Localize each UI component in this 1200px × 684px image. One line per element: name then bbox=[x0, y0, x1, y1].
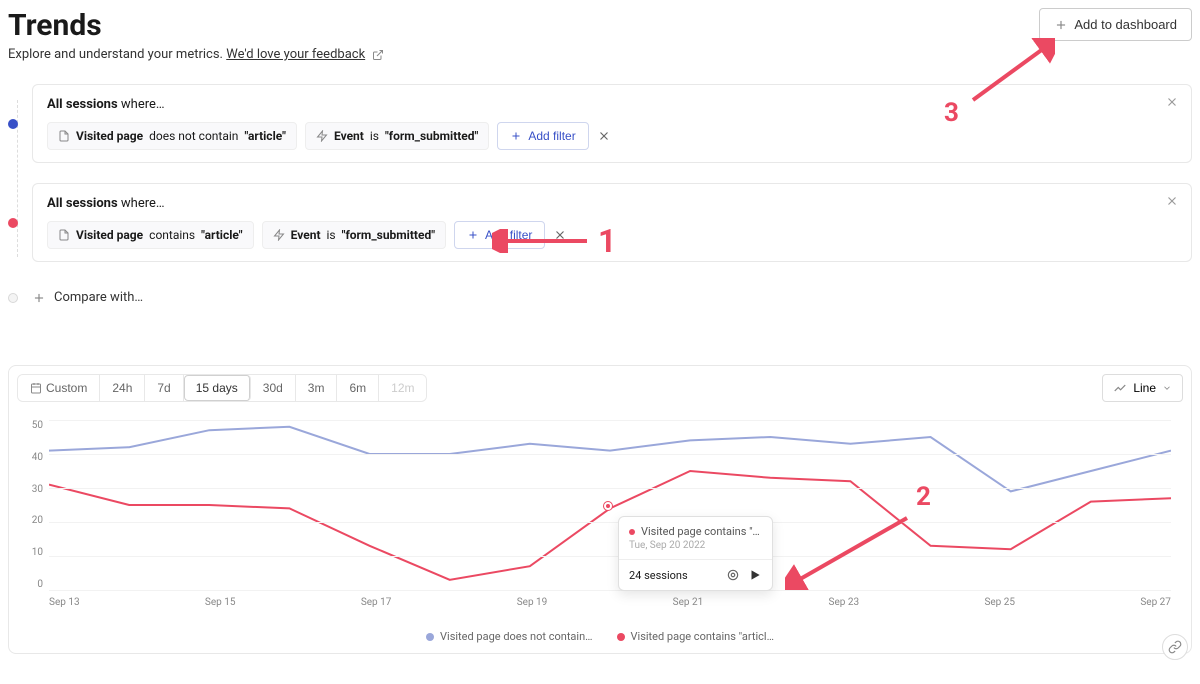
plus-icon bbox=[32, 291, 46, 305]
filter-chip[interactable]: Visited pagedoes not contain"article" bbox=[47, 122, 297, 150]
add-filter-button[interactable]: Add filter bbox=[454, 221, 545, 249]
page-icon bbox=[58, 229, 70, 241]
filter-chip[interactable]: Visited pagecontains"article" bbox=[47, 221, 254, 249]
x-axis: Sep 13Sep 15Sep 17Sep 19Sep 21Sep 23Sep … bbox=[49, 597, 1171, 608]
close-icon[interactable] bbox=[1165, 95, 1179, 109]
chart-tooltip: Visited page contains "articl… Tue, Sep … bbox=[618, 516, 773, 591]
series-heading: All sessions where… bbox=[47, 97, 1177, 112]
y-axis: 50403020100 bbox=[15, 420, 43, 590]
chart-legend: Visited page does not contain… Visited pa… bbox=[9, 630, 1191, 653]
series-card: All sessions where… Visited pagecontains… bbox=[32, 183, 1192, 262]
compare-row: Compare with… bbox=[8, 282, 1192, 313]
event-icon bbox=[273, 229, 285, 241]
plus-icon bbox=[510, 130, 522, 142]
range-7d[interactable]: 7d bbox=[145, 375, 183, 401]
add-to-dashboard-button[interactable]: Add to dashboard bbox=[1039, 8, 1192, 41]
series-color-dot bbox=[8, 119, 18, 129]
plot-area[interactable]: Visited page contains "articl… Tue, Sep … bbox=[49, 420, 1171, 590]
close-icon[interactable] bbox=[1165, 194, 1179, 208]
share-link-button[interactable] bbox=[1162, 634, 1188, 660]
range-6m[interactable]: 6m bbox=[337, 375, 379, 401]
series-row: All sessions where… Visited pagedoes not… bbox=[8, 84, 1192, 163]
legend-item[interactable]: Visited page does not contain… bbox=[426, 630, 592, 643]
series-color-dot bbox=[8, 218, 18, 228]
series-row: All sessions where… Visited pagecontains… bbox=[8, 183, 1192, 262]
range-30d[interactable]: 30d bbox=[251, 375, 296, 401]
filter-chip[interactable]: Eventis"form_submitted" bbox=[262, 221, 446, 249]
external-link-icon bbox=[372, 49, 384, 61]
chart-card: Custom24h7d15 days30d3m6m12m Line 504030… bbox=[8, 365, 1192, 654]
time-range-group: Custom24h7d15 days30d3m6m12m bbox=[17, 374, 427, 402]
series-color-dot bbox=[8, 293, 18, 303]
add-filter-button[interactable]: Add filter bbox=[497, 122, 588, 150]
range-12m[interactable]: 12m bbox=[379, 375, 426, 401]
legend-item[interactable]: Visited page contains "articl… bbox=[617, 630, 774, 643]
feedback-link[interactable]: We'd love your feedback bbox=[226, 47, 365, 62]
page-icon bbox=[58, 130, 70, 142]
plus-icon bbox=[1054, 18, 1068, 32]
event-icon bbox=[316, 130, 328, 142]
compare-with-button[interactable]: Compare with… bbox=[32, 290, 1192, 305]
target-icon[interactable] bbox=[726, 568, 740, 582]
line-chart-icon bbox=[1113, 381, 1127, 395]
tooltip-count: 24 sessions bbox=[629, 569, 688, 582]
range-custom[interactable]: Custom bbox=[18, 375, 100, 401]
play-icon[interactable] bbox=[748, 568, 762, 582]
page-title: Trends bbox=[8, 8, 384, 43]
chart-area[interactable]: 50403020100 Visited page contains "artic… bbox=[9, 410, 1191, 630]
link-icon bbox=[1168, 640, 1182, 654]
range-3m[interactable]: 3m bbox=[296, 375, 338, 401]
clear-filters-icon[interactable] bbox=[597, 129, 611, 143]
clear-filters-icon[interactable] bbox=[553, 228, 567, 242]
range-24h[interactable]: 24h bbox=[100, 375, 145, 401]
plus-icon bbox=[467, 229, 479, 241]
chevron-down-icon bbox=[1162, 383, 1172, 393]
filter-chip[interactable]: Eventis"form_submitted" bbox=[305, 122, 489, 150]
chart-type-select[interactable]: Line bbox=[1102, 374, 1183, 402]
range-15-days[interactable]: 15 days bbox=[184, 375, 251, 401]
series-heading: All sessions where… bbox=[47, 196, 1177, 211]
page-subtitle: Explore and understand your metrics. We'… bbox=[8, 47, 384, 62]
series-card: All sessions where… Visited pagedoes not… bbox=[32, 84, 1192, 163]
